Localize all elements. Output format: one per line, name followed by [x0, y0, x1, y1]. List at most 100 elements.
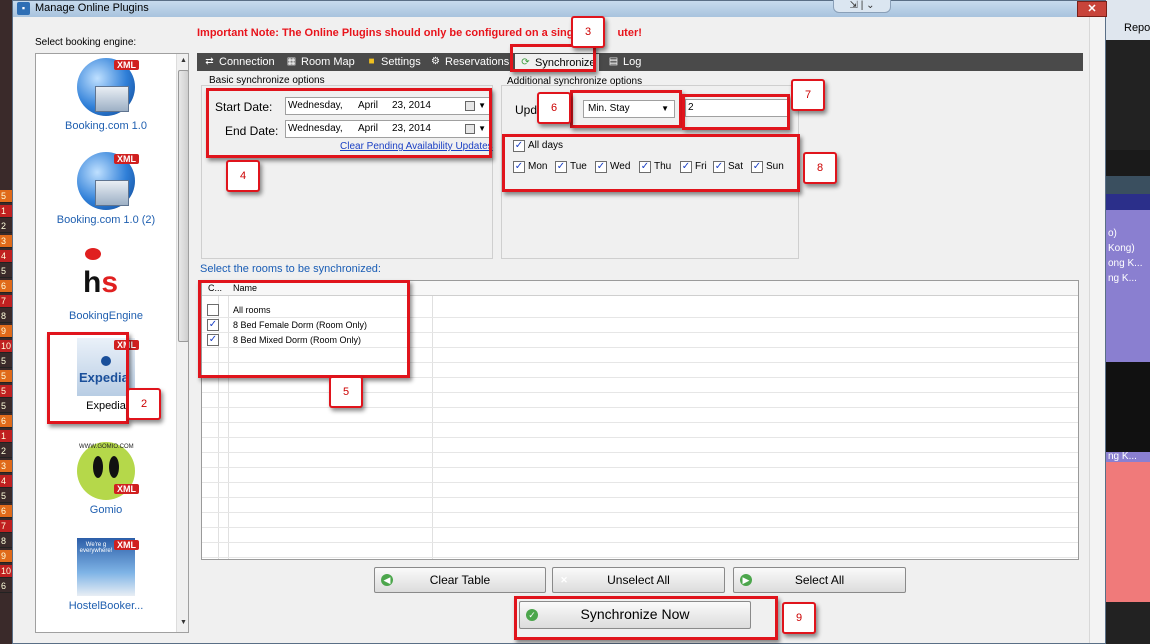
table-row[interactable]: All rooms: [202, 303, 1078, 318]
chevron-down-icon: ▼: [478, 124, 486, 133]
engine-booking-com-2[interactable]: XML Booking.com 1.0 (2): [36, 152, 176, 226]
tab-settings[interactable]: ■ Settings: [361, 53, 420, 71]
update-value-input[interactable]: 2: [685, 99, 789, 117]
thu-checkbox[interactable]: ✓: [639, 161, 651, 173]
gomio-logo: WWW.GOMIO.COM XML: [77, 442, 139, 500]
table-row[interactable]: ✓ 8 Bed Mixed Dorm (Room Only): [202, 333, 1078, 348]
hostelbooker-logo-text: We're g everywhere!: [79, 542, 113, 554]
unselect-all-button[interactable]: ✕ Unselect All: [552, 567, 725, 593]
scroll-down-icon[interactable]: ▼: [177, 616, 188, 630]
gomio-logo-text: WWW.GOMIO.COM: [79, 444, 134, 450]
arrow-right-icon: ▶: [740, 574, 752, 586]
rooms-table: C... Name All rooms ✓ 8 Bed Female Dorm …: [201, 280, 1079, 560]
hostelbooker-logo: XML We're g everywhere!: [77, 538, 139, 596]
title-bar: ▪ Manage Online Plugins ⇲ | ⌄ ✕: [13, 0, 1107, 17]
step-badge-2: 2: [127, 388, 161, 420]
calendar-icon[interactable]: [465, 124, 475, 134]
booking-com-logo: XML: [77, 152, 139, 210]
engine-hostelbooker[interactable]: XML We're g everywhere! HostelBooker...: [36, 538, 176, 612]
xml-badge: XML: [114, 154, 139, 164]
engine-booking-com[interactable]: XML Booking.com 1.0: [36, 58, 176, 132]
row-checkbox[interactable]: ✓: [207, 319, 219, 331]
mon-checkbox[interactable]: ✓: [513, 161, 525, 173]
engine-name: Booking.com 1.0 (2): [56, 214, 156, 226]
gear-icon: ⚙: [431, 56, 440, 68]
background-toolbar: Repor: [1106, 0, 1150, 40]
engine-bookingengine[interactable]: hs BookingEngine: [36, 248, 176, 322]
tab-synchronize[interactable]: ⟳ Synchronize: [515, 54, 599, 71]
sat-checkbox[interactable]: ✓: [713, 161, 725, 173]
step-badge-5: 5: [329, 376, 363, 408]
update-field-select[interactable]: Min. Stay ▼: [583, 100, 675, 118]
arrow-left-icon: ◀: [381, 574, 393, 586]
end-date-label: End Date:: [225, 124, 279, 138]
background-report-label: Repor: [1124, 22, 1150, 34]
bookingengine-logo: hs: [77, 248, 135, 306]
engine-name: Booking.com 1.0: [65, 120, 147, 132]
tab-room-map[interactable]: ▦ Room Map: [281, 53, 355, 71]
clear-pending-updates-link[interactable]: Clear Pending Availability Updates: [340, 141, 493, 152]
thu-label: Thu: [654, 161, 672, 172]
sun-label: Sun: [766, 161, 784, 172]
step-badge-6: 6: [537, 92, 571, 124]
expedia-logo-text: Expedia: [79, 370, 129, 385]
folder-icon: [95, 86, 129, 112]
room-name: 8 Bed Mixed Dorm (Room Only): [233, 335, 362, 345]
select-all-button[interactable]: ▶ Select All: [733, 567, 906, 593]
tab-log[interactable]: ▤ Log: [603, 53, 642, 71]
basic-options-title: Basic synchronize options: [209, 75, 325, 86]
engine-name: BookingEngine: [68, 310, 143, 322]
window-control-icon[interactable]: ⇲ | ⌄: [833, 0, 891, 13]
synchronize-now-button[interactable]: ✓ Synchronize Now: [519, 601, 751, 629]
end-date-picker[interactable]: Wednesday, April 23, 2014 ▼: [285, 120, 490, 138]
sun-checkbox[interactable]: ✓: [751, 161, 763, 173]
rooms-title: Select the rooms to be synchronized:: [200, 263, 381, 275]
column-header-name[interactable]: Name: [233, 281, 257, 296]
wed-checkbox[interactable]: ✓: [595, 161, 607, 173]
calendar-icon[interactable]: [465, 101, 475, 111]
room-name: All rooms: [233, 305, 271, 315]
xml-badge: XML: [114, 484, 139, 494]
close-button[interactable]: ✕: [1077, 1, 1107, 17]
engine-list: XML Booking.com 1.0 XML Booking.com 1.0 …: [35, 53, 189, 633]
engine-name: Gomio: [89, 504, 123, 516]
background-label: Kong): [1108, 243, 1135, 254]
settings-icon: ■: [368, 56, 375, 68]
sat-label: Sat: [728, 161, 744, 172]
scrollbar-thumb[interactable]: [178, 70, 188, 342]
tab-bar: ⇄ Connection ▦ Room Map ■ Settings ⚙ Reserva…: [197, 53, 1083, 71]
x-icon: ✕: [560, 575, 568, 585]
chevron-down-icon: ▼: [478, 101, 486, 110]
engine-list-scrollbar[interactable]: ▲ ▼: [176, 54, 188, 632]
table-row[interactable]: ✓ 8 Bed Female Dorm (Room Only): [202, 318, 1078, 333]
start-date-label: Start Date:: [215, 100, 273, 114]
all-days-label: All days: [528, 140, 564, 151]
xml-badge: XML: [114, 60, 139, 70]
background-label: ong K...: [1108, 258, 1143, 269]
background-label: o): [1108, 228, 1117, 239]
fri-label: Fri: [695, 161, 707, 172]
tue-checkbox[interactable]: ✓: [555, 161, 567, 173]
row-checkbox[interactable]: ✓: [207, 334, 219, 346]
window-scrollbar[interactable]: [1089, 17, 1105, 643]
check-icon: ✓: [526, 609, 538, 621]
engine-list-label: Select booking engine:: [35, 37, 137, 48]
map-icon: ▦: [286, 56, 297, 68]
all-days-checkbox[interactable]: ✓: [513, 140, 525, 152]
engine-name: HostelBooker...: [68, 600, 144, 612]
start-date-picker[interactable]: Wednesday, April 23, 2014 ▼: [285, 97, 490, 115]
scroll-up-icon[interactable]: ▲: [177, 54, 188, 68]
chevron-down-icon: ▼: [661, 104, 669, 113]
clear-table-button[interactable]: ◀ Clear Table: [374, 567, 546, 593]
connection-icon: ⇄: [205, 56, 214, 68]
engine-gomio[interactable]: WWW.GOMIO.COM XML Gomio: [36, 442, 176, 516]
tab-connection[interactable]: ⇄ Connection: [199, 53, 274, 71]
important-note-text: Important Note: The Online Plugins shoul…: [197, 27, 574, 39]
fri-checkbox[interactable]: ✓: [680, 161, 692, 173]
column-header-check[interactable]: C...: [208, 281, 222, 296]
step-badge-4: 4: [226, 160, 260, 192]
wed-label: Wed: [610, 161, 631, 172]
tab-reservations[interactable]: ⚙ Reservations: [425, 53, 509, 71]
row-checkbox[interactable]: [207, 304, 219, 316]
important-note-tail: uter!: [617, 27, 642, 39]
